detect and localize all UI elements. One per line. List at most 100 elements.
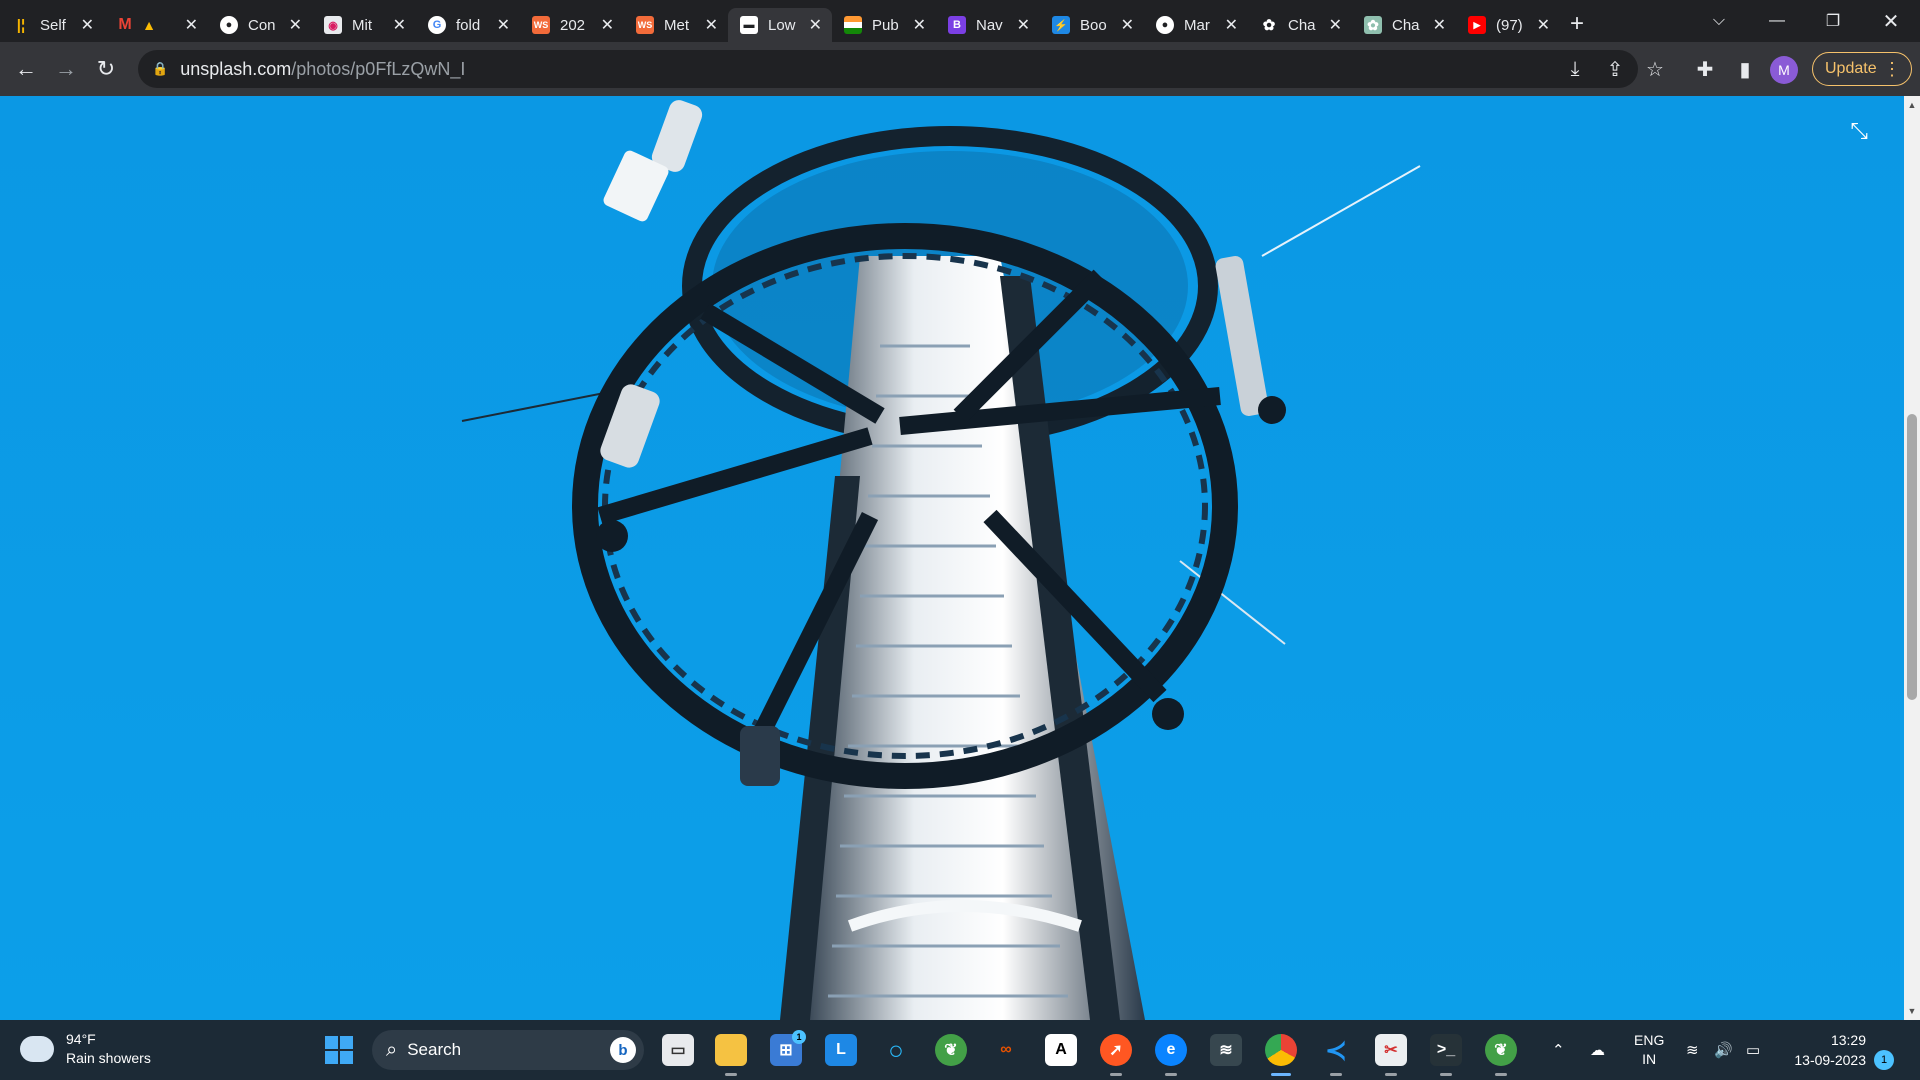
tab-8[interactable]: Pub ✕ [832,8,936,42]
close-icon[interactable]: ✕ [81,15,94,35]
scroll-down-arrow-icon[interactable]: ▼ [1904,1006,1920,1016]
close-icon[interactable]: ✕ [601,15,614,35]
notification-badge[interactable]: 1 [1874,1050,1894,1070]
vertical-scrollbar[interactable]: ▲ ▼ [1904,96,1920,1020]
side-panel-icon[interactable]: ▮ [1726,50,1764,88]
tab-2[interactable]: ● Con ✕ [208,8,312,42]
tab-4[interactable]: Gfold ✕ [416,8,520,42]
bookmark-star-icon[interactable]: ☆ [1636,50,1674,88]
new-tab-plus-icon[interactable]: + [1570,10,1584,38]
l-app-icon[interactable]: L [825,1034,857,1066]
tab-11[interactable]: ● Mar ✕ [1144,8,1248,42]
restore-icon[interactable]: ❐ [1804,0,1862,42]
close-icon[interactable]: ✕ [705,15,718,35]
vscode-icon[interactable]: ≺ [1320,1034,1352,1076]
minimize-icon[interactable]: — [1748,0,1806,42]
more-menu-icon[interactable]: ⋮ [1883,59,1901,80]
github-icon: ● [1156,16,1174,34]
close-icon[interactable]: ✕ [1225,15,1238,35]
terminal-icon[interactable]: >_ [1430,1034,1462,1076]
share-icon[interactable]: ⇪ [1596,50,1634,88]
task-view-icon[interactable]: ▭ [662,1034,694,1066]
address-bar[interactable]: 🔒 unsplash.com/photos/p0FfLzQwN_I [138,50,1638,88]
window-close-icon[interactable]: ✕ [1862,0,1920,42]
onedrive-cloud-icon[interactable]: ☁ [1590,1020,1605,1080]
postman-icon[interactable]: ➚ [1100,1034,1132,1076]
volume-icon[interactable]: 🔊 [1714,1020,1733,1080]
lock-icon[interactable]: 🔒 [152,61,168,77]
tab-12[interactable]: ✿ Cha ✕ [1248,8,1352,42]
close-icon[interactable]: ✕ [913,15,926,35]
extensions-puzzle-icon[interactable]: ✚ [1686,50,1724,88]
taskbar-search[interactable]: ⌕ Search b [372,1030,644,1070]
ws-icon: WS [636,16,654,34]
font-a-icon[interactable]: A [1045,1034,1077,1066]
tab-0[interactable]: |¦ Self ✕ [0,8,104,42]
tab-search-chevron-icon[interactable]: ⌵ [1690,0,1748,42]
reload-icon[interactable]: ↻ [86,49,126,89]
back-arrow-icon[interactable]: ← [6,49,46,89]
tab-title: Low [768,16,796,34]
close-icon[interactable]: ✕ [1537,15,1550,35]
profile-avatar[interactable]: M [1770,56,1798,84]
close-icon[interactable]: ✕ [809,15,822,35]
close-icon[interactable]: ✕ [1433,15,1446,35]
windows-start-icon[interactable] [325,1036,353,1064]
tab-1[interactable]: M ▲ ✕ [104,8,208,42]
close-icon[interactable]: ✕ [289,15,302,35]
photo-viewer[interactable]: ⤡ [0,96,1904,1020]
tab-13[interactable]: ✿ Cha ✕ [1352,8,1456,42]
snipping-tool-icon[interactable]: ✂ [1375,1034,1407,1076]
language-indicator[interactable]: ENG IN [1634,1020,1664,1080]
tab-strip: |¦ Self ✕ M ▲ ✕ ● Con ✕ ◉ Mit ✕ Gfold ✕ WS 202 ✕ WS… [0,0,1920,42]
microsoft-store-icon[interactable]: ⊞ 1 [770,1030,806,1066]
orange-swirl-icon[interactable]: ∞ [990,1034,1022,1066]
wifi-icon[interactable]: ≋ [1686,1020,1699,1080]
mysql-workbench-icon[interactable]: ≋ [1210,1034,1242,1066]
tab-3[interactable]: ◉ Mit ✕ [312,8,416,42]
taskbar-clock[interactable]: 13:29 13-09-2023 [1782,1030,1866,1070]
clock-time: 13:29 [1830,1032,1866,1048]
close-icon[interactable]: ✕ [393,15,406,35]
tab-6[interactable]: WS Met ✕ [624,8,728,42]
drive-icon: ▲ [142,17,156,33]
file-explorer-icon[interactable] [715,1034,747,1076]
battery-icon[interactable]: ▭ [1746,1020,1760,1080]
spring-tool-icon[interactable]: ❦ [1485,1034,1517,1076]
bing-icon[interactable]: b [610,1037,636,1063]
tab-title: Cha [1392,16,1420,34]
close-icon[interactable]: ✕ [497,15,510,35]
install-app-icon[interactable]: ⤓ [1556,50,1594,88]
browser-toolbar: ← → ↻ 🔒 unsplash.com/photos/p0FfLzQwN_I … [0,42,1920,96]
close-icon[interactable]: ✕ [1121,15,1134,35]
scroll-up-arrow-icon[interactable]: ▲ [1904,100,1920,110]
tab-10[interactable]: ⚡ Boo ✕ [1040,8,1144,42]
chrome-icon[interactable] [1265,1034,1297,1076]
scroll-thumb[interactable] [1907,414,1917,700]
tab-7-active[interactable]: ▬ Low ✕ [728,8,832,42]
close-icon[interactable]: ✕ [1017,15,1030,35]
cortana-ring-icon[interactable]: ○ [880,1034,912,1066]
update-button[interactable]: Update ⋮ [1812,52,1912,86]
edge-icon[interactable]: e [1155,1034,1187,1076]
weather-desc: Rain showers [66,1050,151,1066]
tray-overflow-chevron-icon[interactable]: ⌃ [1552,1020,1565,1080]
bolt-icon: ⚡ [1052,16,1070,34]
forward-arrow-icon[interactable]: → [46,49,86,89]
close-icon[interactable]: ✕ [185,15,198,35]
google-icon: G [428,16,446,34]
close-icon[interactable]: ✕ [1329,15,1342,35]
leaf-app-icon[interactable]: ❦ [935,1034,967,1066]
b-icon: B [948,16,966,34]
windows-taskbar: 94°F Rain showers ⌕ Search b ▭ ⊞ 1 L ○ ❦ ∞… [0,1020,1920,1080]
collapse-fullscreen-icon[interactable]: ⤡ [1850,118,1868,144]
tab-14[interactable]: ▶ (97) ✕ [1456,8,1560,42]
clock-date: 13-09-2023 [1794,1052,1866,1068]
tab-5[interactable]: WS 202 ✕ [520,8,624,42]
weather-widget[interactable]: 94°F Rain showers [20,1030,151,1068]
search-label: Search [407,1040,462,1059]
rain-cloud-icon [20,1036,54,1062]
tab-title: Met [664,16,690,34]
tab-9[interactable]: B Nav ✕ [936,8,1040,42]
update-label: Update [1825,60,1877,77]
